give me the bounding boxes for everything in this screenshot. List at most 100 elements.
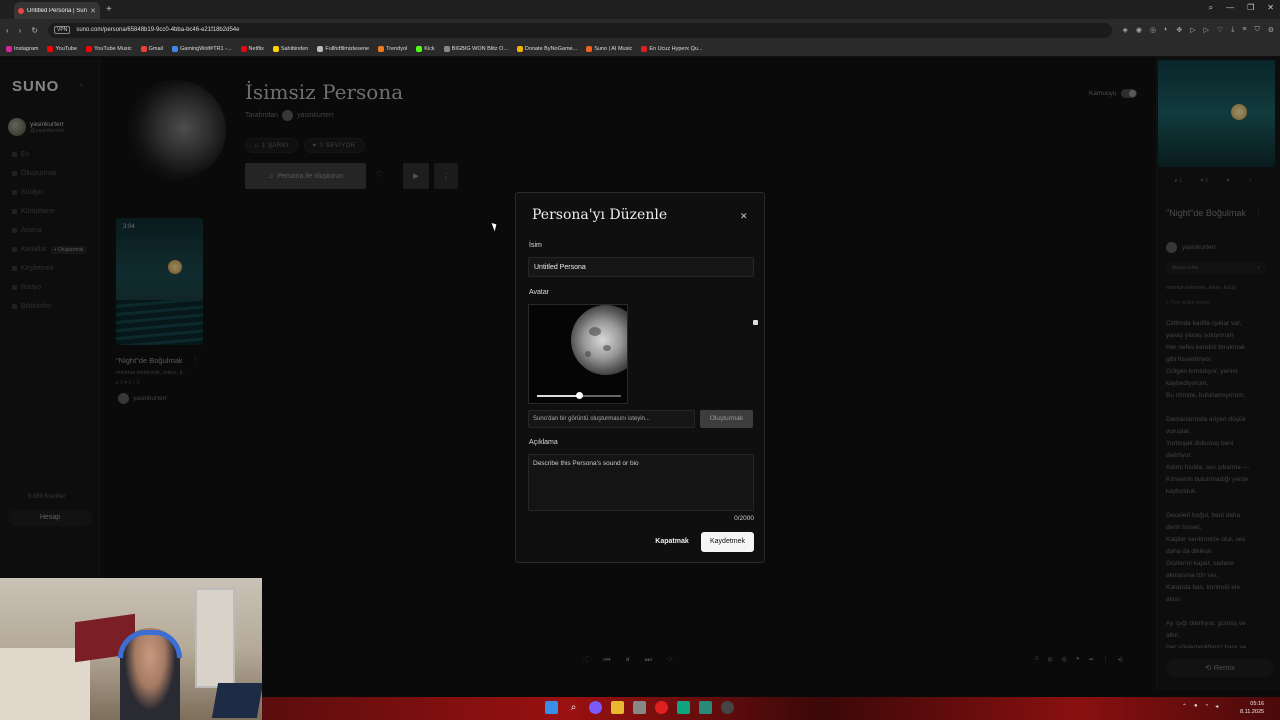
tab-close-icon[interactable]: ✕: [90, 7, 96, 15]
taskbar-clock[interactable]: 05:16 8.11.2025: [1240, 700, 1264, 716]
extension-icon[interactable]: ◐: [1164, 26, 1168, 34]
close-window-icon[interactable]: ✕: [1267, 3, 1274, 13]
bookmark-favicon-icon: [86, 45, 93, 52]
shield-icon[interactable]: ⛉: [1254, 26, 1259, 34]
bookmark-item[interactable]: BIGBIG WON Blitz O...: [443, 45, 508, 52]
window-controls: ⌕ — ❐ ✕: [1209, 3, 1274, 13]
bookmark-favicon-icon: [586, 45, 593, 52]
webcam-door: [195, 588, 235, 688]
bookmark-item[interactable]: Instagram: [6, 45, 38, 52]
extension-icon[interactable]: ◈: [1122, 26, 1127, 34]
avatar-zoom-fill: [537, 395, 579, 397]
bookmark-item[interactable]: Trendyol: [378, 45, 407, 52]
bookmark-label: En Ucuz Hyperx Qu...: [649, 45, 703, 52]
character-counter: 0/2000: [734, 515, 754, 522]
search-icon[interactable]: ⌕: [567, 701, 580, 714]
extension-icon[interactable]: ▷: [1204, 26, 1209, 34]
bookmark-item[interactable]: Gmail: [140, 45, 163, 52]
download-icon[interactable]: ⤓: [1231, 26, 1234, 34]
new-tab-icon[interactable]: +: [106, 4, 112, 15]
url-text: suno.com/persona/65848b19-9cc0-4bba-bc46…: [76, 27, 240, 33]
browser-tab[interactable]: Untitled Persona | Suno ✕: [14, 2, 100, 19]
bookmark-favicon-icon: [47, 45, 54, 52]
bookmark-label: Kick: [424, 45, 435, 52]
bookmark-item[interactable]: Netflix: [240, 45, 264, 52]
windows-taskbar: ⌕ ⌃ ● ◔ ◂ 05:16 8.11.2025: [262, 697, 1280, 720]
bookmark-favicon-icon: [378, 45, 385, 52]
dialog-title: Persona'yı Düzenle: [532, 207, 668, 223]
name-field[interactable]: Untitled Persona: [528, 257, 754, 277]
network-icon[interactable]: ◔: [1205, 703, 1209, 710]
favorite-icon[interactable]: ♡: [1217, 26, 1223, 34]
vpn-badge[interactable]: VPN: [54, 26, 71, 34]
generate-button[interactable]: Oluşturmak: [700, 410, 753, 428]
back-icon[interactable]: ‹: [6, 26, 9, 35]
search-tabs-icon[interactable]: ⌕: [1209, 3, 1213, 13]
avatar-zoom-handle[interactable]: [576, 392, 583, 399]
clock-date: 8.11.2025: [1240, 709, 1265, 715]
profile-icon[interactable]: ⚙: [1268, 26, 1274, 34]
edit-persona-dialog: Persona'yı Düzenle ✕ İsim Untitled Perso…: [515, 192, 765, 563]
chevron-up-icon[interactable]: ⌃: [1182, 703, 1187, 710]
bookmark-item[interactable]: GamingWolf#TR1 -...: [171, 45, 232, 52]
opera-icon[interactable]: [655, 701, 668, 714]
bookmark-item[interactable]: En Ucuz Hyperx Qu...: [641, 45, 703, 52]
bookmark-favicon-icon: [140, 45, 147, 52]
bookmark-item[interactable]: Fullhdfilmizlesene: [317, 45, 370, 52]
reload-icon[interactable]: ↻: [31, 26, 38, 35]
avatar-label: Avatar: [529, 289, 550, 296]
address-bar: ‹ › ↻ VPN suno.com/persona/65848b19-9cc0…: [0, 19, 1280, 41]
bookmark-label: GamingWolf#TR1 -...: [179, 45, 232, 52]
bookmark-label: Netflix: [248, 45, 264, 52]
suno-favicon-icon: [18, 7, 24, 14]
description-textarea[interactable]: Describe this Persona's sound or bio: [528, 454, 754, 511]
bookmark-label: BIGBIG WON Blitz O...: [451, 45, 508, 52]
bookmark-item[interactable]: Sahibinden: [272, 45, 309, 52]
app-icon[interactable]: [721, 701, 734, 714]
bookmark-favicon-icon: [272, 45, 279, 52]
bookmark-item[interactable]: Donate ByNoGame...: [516, 45, 577, 52]
cancel-button[interactable]: Kapatmak: [650, 533, 694, 551]
app-icon[interactable]: [699, 701, 712, 714]
url-field[interactable]: VPN suno.com/persona/65848b19-9cc0-4bba-…: [48, 22, 1113, 38]
app-icon[interactable]: [589, 701, 602, 714]
maximize-icon[interactable]: ❐: [1247, 3, 1254, 13]
avatar-editor[interactable]: [528, 304, 628, 404]
webcam-laptop: [211, 683, 262, 718]
windows-start-icon[interactable]: [545, 701, 558, 714]
play-extension-icon[interactable]: ▷: [1190, 26, 1195, 34]
bookmark-item[interactable]: Suno | AI Music: [586, 45, 632, 52]
bookmark-label: Fullhdfilmizlesene: [325, 45, 370, 52]
menu-icon[interactable]: ≡: [1242, 26, 1246, 34]
minimize-icon[interactable]: —: [1226, 3, 1234, 13]
name-label: İsim: [529, 242, 542, 249]
extension-icon[interactable]: ✥: [1176, 26, 1182, 34]
tab-title: Untitled Persona | Suno: [27, 7, 88, 14]
file-explorer-icon[interactable]: [611, 701, 624, 714]
bookmark-label: YouTube Music: [94, 45, 132, 52]
avatar-side-handle[interactable]: [753, 320, 758, 325]
bookmark-label: YouTube: [55, 45, 78, 52]
avatar-zoom-slider[interactable]: [537, 392, 621, 399]
extension-icon[interactable]: ◉: [1136, 26, 1142, 34]
bookmark-label: Gmail: [148, 45, 163, 52]
bookmark-item[interactable]: YouTube: [47, 45, 78, 52]
system-tray: ⌃ ● ◔ ◂: [1182, 703, 1218, 710]
extension-icon[interactable]: ◎: [1150, 26, 1156, 34]
app-icon[interactable]: [677, 701, 690, 714]
volume-icon[interactable]: ◂: [1215, 703, 1218, 710]
image-prompt-input[interactable]: Suno'dan bir görüntü oluşturmasını istey…: [528, 410, 695, 428]
close-icon[interactable]: ✕: [740, 211, 748, 222]
mic-icon[interactable]: ●: [1194, 703, 1198, 710]
bookmark-label: Sahibinden: [280, 45, 309, 52]
bookmark-favicon-icon: [416, 45, 423, 52]
bookmark-item[interactable]: YouTube Music: [86, 45, 132, 52]
bookmark-item[interactable]: Kick: [416, 45, 435, 52]
bookmark-favicon-icon: [443, 45, 450, 52]
moon-image: [571, 305, 627, 375]
bookmark-favicon-icon: [240, 45, 247, 52]
bookmark-favicon-icon: [171, 45, 178, 52]
forward-icon[interactable]: ›: [19, 26, 22, 35]
save-button[interactable]: Kaydetmek: [701, 532, 754, 552]
store-icon[interactable]: [633, 701, 646, 714]
